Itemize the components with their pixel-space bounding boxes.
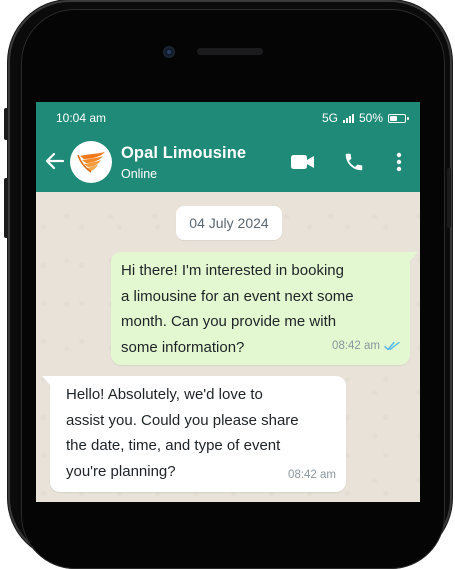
message-time: 08:42 am: [288, 468, 336, 481]
earpiece-speaker: [197, 48, 263, 55]
more-options-icon[interactable]: [386, 150, 412, 174]
message-bubble-outgoing[interactable]: Hi there! I'm interested in booking a li…: [111, 252, 418, 365]
message-bubble-incoming[interactable]: Hello! Absolutely, we'd love to assist y…: [42, 376, 346, 492]
phone-screen: 10:04 am 5G 50% Opal Limousine Online 04…: [36, 102, 420, 502]
back-arrow-icon[interactable]: [44, 150, 66, 172]
contact-avatar[interactable]: [70, 141, 112, 183]
video-call-icon[interactable]: [290, 150, 316, 174]
status-bar: 10:04 am 5G 50%: [36, 102, 420, 132]
chat-header: Opal Limousine Online: [36, 132, 420, 192]
battery-icon: [388, 113, 409, 123]
message-meta: 08:42 am: [332, 334, 400, 360]
network-label: 5G: [321, 111, 338, 125]
phone-side-button-right: [447, 168, 451, 228]
contact-status: Online: [121, 167, 158, 181]
message-meta: 08:42 am: [288, 463, 336, 489]
date-separator: 04 July 2024: [176, 206, 282, 240]
phone-side-button-left: [4, 108, 8, 140]
status-time: 10:04 am: [56, 111, 107, 125]
opal-limousine-logo-icon: [77, 152, 105, 173]
battery-level-fill: [390, 115, 397, 121]
message-time: 08:42 am: [332, 339, 380, 352]
signal-strength-icon: [342, 113, 354, 123]
phone-call-icon[interactable]: [341, 150, 367, 174]
front-camera-icon: [163, 46, 175, 58]
battery-percent: 50%: [358, 111, 383, 125]
phone-side-button-left-lower: [4, 178, 8, 238]
status-indicators: 5G 50%: [321, 111, 409, 125]
read-receipt-icon: [384, 342, 400, 351]
contact-name[interactable]: Opal Limousine: [121, 144, 246, 163]
